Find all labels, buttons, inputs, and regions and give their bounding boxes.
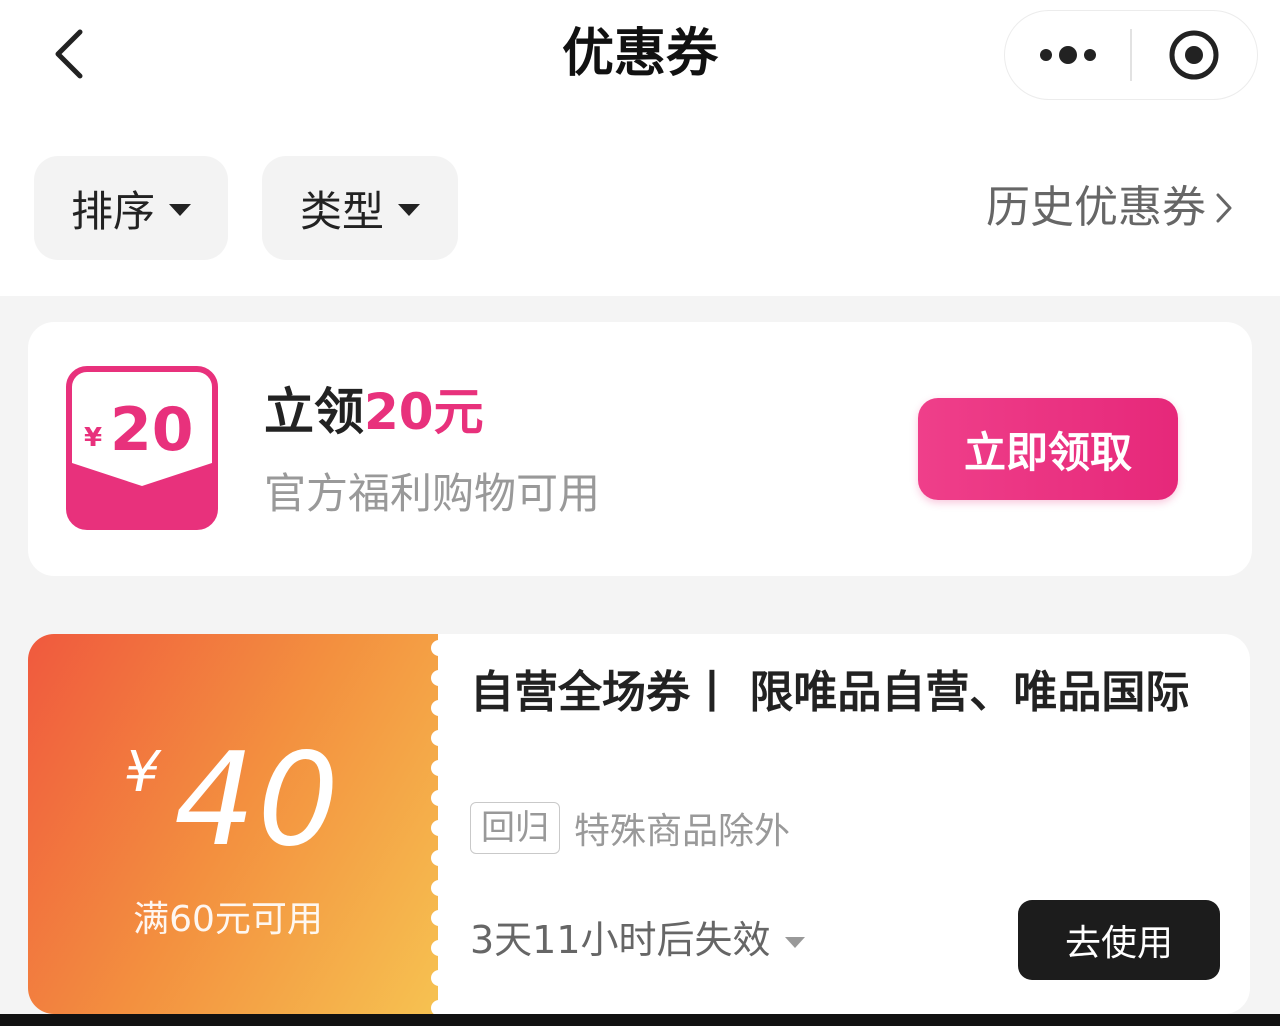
promo-title-amount: 20元 bbox=[364, 383, 484, 441]
coupon-expiry[interactable]: 3天11小时后失效 bbox=[470, 912, 805, 968]
coupon-threshold: 满60元可用 bbox=[133, 899, 323, 940]
more-dots-icon bbox=[1039, 46, 1096, 64]
coupon-expiry-text: 3天11小时后失效 bbox=[470, 918, 771, 962]
caret-down-icon bbox=[398, 204, 420, 216]
target-circle-icon bbox=[1169, 30, 1219, 80]
coupon-tag: 回归 bbox=[470, 802, 560, 854]
coupon-title: 自营全场券丨 限唯品自营、唯品国际 bbox=[470, 667, 1190, 718]
promo-icon-currency: ¥ bbox=[84, 423, 102, 453]
history-coupons-label: 历史优惠券 bbox=[986, 182, 1206, 233]
promo-card: ¥ 20 立领20元 官方福利购物可用 立即领取 bbox=[28, 322, 1252, 576]
close-button[interactable] bbox=[1132, 10, 1257, 100]
promo-icon-amount: 20 bbox=[110, 395, 194, 465]
coupon-amount: 40 bbox=[174, 726, 341, 875]
sort-filter[interactable]: 排序 bbox=[34, 156, 228, 260]
chevron-right-icon bbox=[1216, 193, 1232, 223]
promo-title: 立领20元 bbox=[264, 380, 484, 444]
bottom-edge bbox=[0, 1014, 1280, 1026]
header: 优惠券 排序 类型 历史优惠券 bbox=[0, 0, 1280, 296]
caret-down-icon bbox=[169, 204, 191, 216]
type-filter-label: 类型 bbox=[299, 186, 384, 236]
coupon-value-panel: ¥ 40 满60元可用 bbox=[28, 634, 439, 1014]
coupon-envelope-icon: ¥ 20 bbox=[66, 366, 218, 530]
mini-program-capsule bbox=[1004, 10, 1258, 100]
perforated-edge bbox=[431, 640, 439, 1014]
coupon-currency: ¥ bbox=[124, 740, 160, 805]
promo-subtitle: 官方福利购物可用 bbox=[264, 469, 601, 518]
coupon-tag-row: 回归 特殊商品除外 bbox=[470, 802, 790, 854]
coupon-note: 特殊商品除外 bbox=[574, 811, 791, 852]
more-button[interactable] bbox=[1005, 10, 1130, 100]
use-coupon-button[interactable]: 去使用 bbox=[1018, 900, 1220, 980]
sort-filter-label: 排序 bbox=[70, 186, 155, 236]
coupon-card: ¥ 40 满60元可用 自营全场券丨 限唯品自营、唯品国际 回归 特殊商品除外 … bbox=[28, 634, 1250, 1014]
history-coupons-link[interactable]: 历史优惠券 bbox=[986, 178, 1234, 238]
claim-now-button[interactable]: 立即领取 bbox=[918, 398, 1178, 500]
promo-title-prefix: 立领 bbox=[264, 383, 364, 441]
caret-down-icon bbox=[784, 936, 805, 948]
type-filter[interactable]: 类型 bbox=[262, 156, 458, 260]
